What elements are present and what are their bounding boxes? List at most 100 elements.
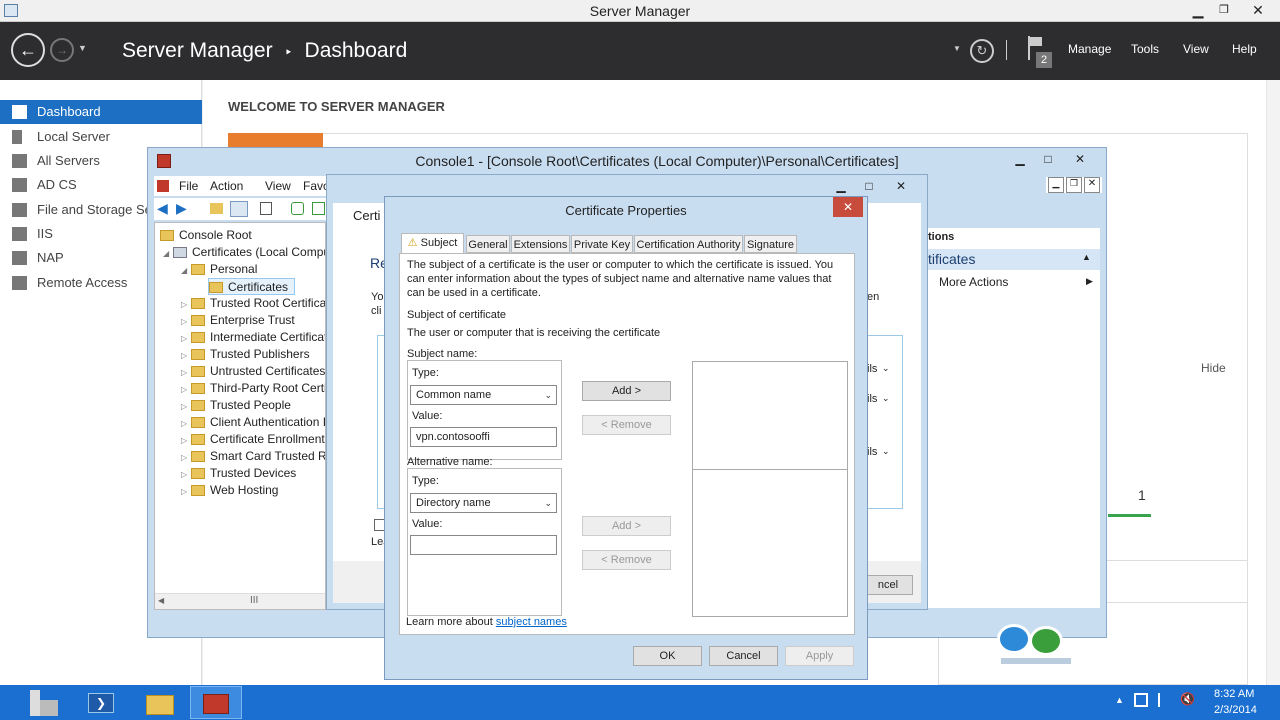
alt-remove-button[interactable]: < Remove [582,550,671,570]
more-actions-item[interactable]: More Actions ▶ [928,274,1100,292]
tree-item-untrusted[interactable]: ▷ Untrusted Certificates [181,363,325,380]
alt-values-list[interactable] [692,469,848,617]
history-dropdown-icon[interactable]: ▼ [78,43,87,53]
subject-names-link[interactable]: subject names [496,616,567,628]
tab-certification-authority[interactable]: Certification Authority [634,235,743,253]
forward-arrow-icon[interactable]: ▶ [176,200,187,217]
tree-item-trusted-root[interactable]: ▷ Trusted Root Certificat [181,295,325,313]
up-folder-icon[interactable] [210,203,223,214]
scroll-left-icon[interactable]: ◀ [158,596,164,605]
clock-date[interactable]: 2/3/2014 [1214,704,1257,716]
refresh-icon[interactable]: ↻ [970,39,994,63]
refresh-dropdown-icon[interactable]: ▼ [953,44,961,53]
collapse-up-icon[interactable]: ▲ [1082,252,1091,262]
close-button[interactable]: ✕ [1066,150,1094,168]
tab-signature[interactable]: Signature [744,235,797,253]
menu-view[interactable]: View [265,179,291,193]
tree-item-console-root[interactable]: Console Root [160,227,252,244]
tree-item-certificates-local[interactable]: ◢ Certificates (Local Comput [163,244,325,262]
subject-value-input[interactable]: vpn.contosooffi [410,427,557,447]
restore-button[interactable]: ❐ [1211,0,1237,20]
network-icon[interactable] [1134,693,1148,707]
tree-item-smart-card[interactable]: ▷ Smart Card Trusted Ro [181,448,325,466]
alt-value-input[interactable] [410,535,557,555]
close-button[interactable]: ✕ [1084,177,1100,193]
subject-remove-button[interactable]: < Remove [582,415,671,435]
tree-item-trusted-devices[interactable]: ▷ Trusted Devices [181,465,296,482]
details-label[interactable]: ils [867,393,877,405]
scrollbar[interactable] [1266,80,1280,685]
expand-icon[interactable]: ▷ [181,398,191,415]
maximize-button[interactable]: □ [855,177,883,195]
show-tree-icon[interactable] [230,201,248,217]
menu-action[interactable]: Action [210,179,243,193]
minimize-button[interactable]: ▁ [1185,0,1211,20]
collapse-icon[interactable]: ◢ [163,245,173,262]
tree-item-client-auth[interactable]: ▷ Client Authentication I [181,414,325,432]
tree-item-intermediate[interactable]: ▷ Intermediate Certificat [181,329,325,346]
tree-item-cert-enrollment[interactable]: ▷ Certificate Enrollment [181,431,325,448]
show-hidden-icons[interactable]: ▲ [1115,695,1124,705]
clock-time[interactable]: 8:32 AM [1214,688,1254,700]
actions-section[interactable]: tificates ▲ [928,249,1100,270]
details-chevron-icon[interactable]: ⌄ [882,363,890,374]
forward-button[interactable]: → [50,38,74,62]
expand-icon[interactable]: ▷ [181,449,191,466]
sidebar-item-local-server[interactable]: Local Server [0,125,202,149]
back-arrow-icon[interactable]: ◀ [157,200,168,217]
details-chevron-icon[interactable]: ⌄ [882,446,890,457]
tree-item-trusted-publishers[interactable]: ▷ Trusted Publishers [181,346,310,363]
details-chevron-icon[interactable]: ⌄ [882,393,890,404]
menu-view[interactable]: View [1183,42,1209,56]
menu-tools[interactable]: Tools [1131,42,1159,56]
minimize-button[interactable]: ▁ [1006,150,1034,168]
expand-icon[interactable]: ▷ [181,432,191,449]
tab-subject[interactable]: ⚠ Subject [401,233,464,253]
tree-item-personal[interactable]: ◢ Personal [181,261,257,278]
tree-item-web-hosting[interactable]: ▷ Web Hosting [181,482,278,499]
tab-general[interactable]: General [466,235,510,253]
sidebar-item-dashboard[interactable]: Dashboard [0,100,202,124]
refresh-icon[interactable] [291,202,304,215]
notifications-flag-icon[interactable]: 2 [1026,36,1054,68]
close-button[interactable]: ✕ [1240,0,1276,20]
alt-type-select[interactable]: Directory name ⌄ [410,493,557,513]
menu-file[interactable]: File [179,179,198,193]
minimize-button[interactable]: ▁ [1048,177,1064,193]
maximize-button[interactable]: □ [1034,150,1062,168]
tab-private-key[interactable]: Private Key [571,235,633,253]
tree-item-enterprise-trust[interactable]: ▷ Enterprise Trust [181,312,295,329]
ok-button[interactable]: OK [633,646,702,666]
subject-type-select[interactable]: Common name ⌄ [410,385,557,405]
expand-icon[interactable]: ▷ [181,313,191,330]
cancel-button[interactable]: Cancel [709,646,778,666]
restore-button[interactable]: ❐ [1066,177,1082,193]
expand-icon[interactable]: ▷ [181,347,191,364]
expand-icon[interactable]: ▷ [181,296,191,313]
subject-add-button[interactable]: Add > [582,381,671,401]
properties-icon[interactable] [260,202,272,215]
export-icon[interactable] [312,202,325,215]
flag-icon[interactable] [1158,693,1168,707]
alt-add-button[interactable]: Add > [582,516,671,536]
server-manager-taskbar-icon[interactable] [16,686,68,719]
subject-values-list[interactable] [692,361,848,483]
expand-icon[interactable]: ▷ [181,415,191,432]
back-button[interactable]: ← [11,33,45,67]
mmc-taskbar-icon[interactable] [190,686,242,719]
expand-icon[interactable]: ▷ [181,466,191,483]
close-button[interactable]: ✕ [887,177,915,195]
expand-icon[interactable]: ▷ [181,381,191,398]
tab-extensions[interactable]: Extensions [511,235,570,253]
hide-link[interactable]: Hide [1201,361,1226,375]
volume-muted-icon[interactable]: 🔇 [1180,692,1195,706]
apply-button[interactable]: Apply [785,646,854,666]
details-label[interactable]: ils [867,446,877,458]
horizontal-scrollbar[interactable]: ◀ III [155,593,325,609]
tree-item-certificates[interactable]: Certificates [208,278,296,295]
collapse-icon[interactable]: ◢ [181,262,191,279]
cancel-button[interactable]: ncel [863,575,913,595]
file-explorer-taskbar-icon[interactable] [134,686,186,719]
tree-item-third-party[interactable]: ▷ Third-Party Root Certif [181,380,325,398]
expand-icon[interactable]: ▷ [181,483,191,500]
